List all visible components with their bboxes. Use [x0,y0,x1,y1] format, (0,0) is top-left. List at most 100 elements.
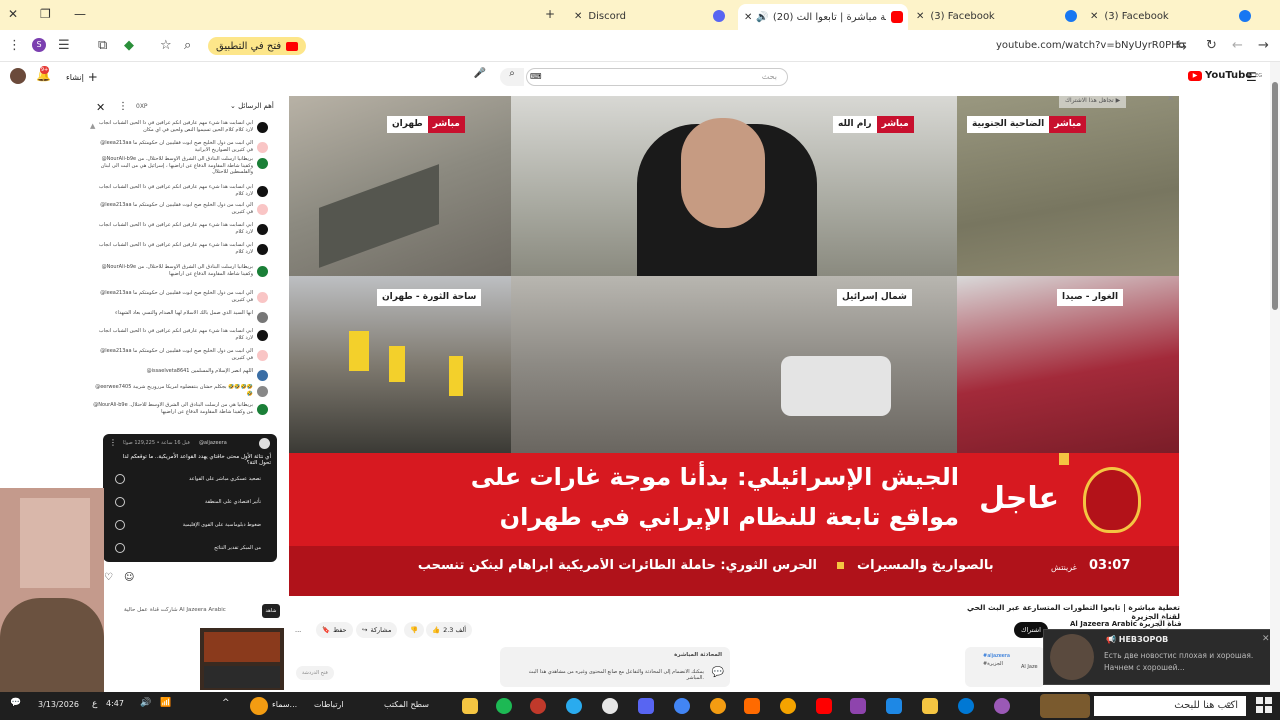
audio-playing-icon[interactable]: 🔊 [756,12,768,23]
video-description[interactable]: #aljazeera #الجزيرة Al Jaze [965,647,1045,687]
dislike-button[interactable]: 👎 [404,622,425,638]
zoom-icon[interactable]: ⌕ [184,38,191,53]
chat-author-avatar[interactable] [257,350,268,361]
poll-option[interactable]: تأثير اقتصادي على المنطقة [113,494,269,510]
close-tab-icon[interactable]: ✕ [744,12,752,23]
bookmark-star-icon[interactable]: ☆ [160,38,172,53]
video-player[interactable]: طهران مباشر رام الله مباشر الضاحية الجنوبي… [289,96,1179,596]
voice-search-icon[interactable]: 🎤 [472,68,488,86]
app-icon[interactable] [710,698,726,714]
links-toolbar[interactable]: ارتباطات [314,700,344,709]
channel-name[interactable]: Al Jazeera Arabic قناة الجزيرة [1070,620,1182,628]
chat-author-avatar[interactable] [257,266,268,277]
share-button[interactable]: ↪ مشاركة [356,622,398,638]
reload-icon[interactable]: ↻ [1206,38,1217,53]
radio-icon[interactable] [115,497,125,507]
extensions-icon[interactable]: ⧉ [98,38,107,53]
chat-author-avatar[interactable] [257,312,268,323]
edge-icon[interactable] [958,698,974,714]
weather-label[interactable]: سماء... [272,700,297,709]
chat-filter-dropdown[interactable]: ⌄ أهم الرسائل [230,102,274,110]
network-icon[interactable]: 📶 [160,698,171,708]
folder-icon[interactable] [922,698,938,714]
chat-author-avatar[interactable] [257,330,268,341]
tab-discord[interactable]: ✕ Discord [570,4,730,28]
forward-arrow-icon[interactable]: ← [1232,38,1243,53]
search-input[interactable]: بحث [526,68,788,86]
description-hashtag[interactable]: #aljazeera [983,653,1010,659]
taskbar-search-input[interactable]: اكتب هنا للبحث [1094,696,1246,716]
close-chat-icon[interactable]: ✕ [96,101,105,114]
radio-icon[interactable] [115,474,125,484]
desktop-toolbar[interactable]: سطح المكتب [384,700,429,709]
chat-author-avatar[interactable] [257,386,268,397]
back-arrow-icon[interactable]: → [1258,38,1269,53]
close-tab-icon[interactable]: ✕ [916,11,924,22]
volume-icon[interactable]: 🔊 [140,698,151,708]
app-icon[interactable] [530,698,546,714]
poll-option[interactable]: تصعيد عسكري مباشر على القواعد [113,471,269,487]
chat-menu-icon[interactable]: ⋮ [118,101,128,112]
chat-author-avatar[interactable] [257,122,268,133]
app-icon[interactable] [886,698,902,714]
chat-author-avatar[interactable] [257,370,268,381]
tab-facebook-2[interactable]: ✕ (3) Facebook [1086,4,1256,28]
close-tab-icon[interactable]: ✕ [1090,11,1098,22]
reading-list-icon[interactable]: ☰ [58,38,70,53]
account-avatar[interactable] [10,68,26,84]
telegram-icon[interactable] [566,698,582,714]
input-language[interactable]: ع [92,699,97,709]
radio-icon[interactable] [115,520,125,530]
chat-author-avatar[interactable] [257,186,268,197]
system-notification[interactable]: 📢 НЕВЗОРОВ Есть две новостис плохая и хо… [1043,629,1276,685]
watch-button[interactable]: شاهد [262,604,280,618]
chatgpt-icon[interactable] [602,698,618,714]
tab-youtube-live[interactable]: ✕ 🔊 (20) تغطية مباشرة | تابعوا الت [738,4,908,30]
heart-icon[interactable]: ♡ [104,572,113,583]
close-tab-icon[interactable]: ✕ [574,11,582,22]
keyboard-icon[interactable]: ⌨ [530,72,542,81]
like-button[interactable]: 👍 2.3 ألف [426,622,473,638]
close-window-icon[interactable]: ✕ [8,7,18,21]
notification-center-icon[interactable]: 💬 [10,698,21,708]
poll-option[interactable]: ضغوط دبلوماسية على القوى الإقليمية [113,517,269,533]
search-icon[interactable]: ⌕ [500,68,524,86]
chat-author-avatar[interactable] [257,224,268,235]
emoji-icon[interactable]: ☺ [124,572,134,583]
scrollbar-thumb[interactable] [1272,82,1278,310]
hamburger-menu-icon[interactable]: ☰ [1246,70,1257,84]
poll-menu-icon[interactable]: ⋮ [109,438,117,447]
tab-facebook-1[interactable]: ✕ (3) Facebook [912,4,1082,28]
url-field[interactable]: youtube.com/watch?v=bNyUyrR0PHo [996,40,1185,51]
app-icon[interactable] [744,698,760,714]
extension-icon[interactable]: ◆ [124,38,134,53]
chat-author-avatar[interactable] [257,158,268,169]
menu-dots-icon[interactable]: ⋮ [8,38,21,53]
more-actions-button[interactable]: ... [289,622,307,638]
skip-overlay[interactable]: تجاهل هذا الاشتراك ▶ [1059,96,1127,108]
tray-chevron-icon[interactable]: ^ [222,698,230,708]
taskbar-date[interactable]: 3/13/2026 [38,700,79,709]
open-in-app-button[interactable]: فتح في التطبيق [208,37,307,55]
close-notification-icon[interactable]: ✕ [1262,634,1270,644]
youtube-icon[interactable] [816,698,832,714]
poll-option[interactable]: من المبكر تقدير النتائج [113,540,269,556]
chat-author-avatar[interactable] [257,204,268,215]
save-button[interactable]: 🔖 حفظ [316,622,353,638]
new-tab-button[interactable]: + [545,7,555,21]
minimize-window-icon[interactable]: — [74,7,86,21]
windows-start-icon[interactable] [1256,697,1272,713]
create-button[interactable]: إنشاء + [66,70,98,84]
chrome-icon[interactable] [674,698,690,714]
radio-icon[interactable] [115,543,125,553]
chat-author-avatar[interactable] [257,244,268,255]
profile-avatar[interactable]: S [32,38,46,52]
taskbar-time[interactable]: 4:47 [106,699,124,708]
restore-window-icon[interactable]: ❐ [40,7,51,21]
overlay-close-icon[interactable]: ✕ [1167,96,1175,104]
thumbnail[interactable] [204,666,280,688]
file-explorer-icon[interactable] [462,698,478,714]
spotify-icon[interactable] [496,698,512,714]
copilot-icon[interactable] [994,698,1010,714]
chat-author-avatar[interactable] [257,142,268,153]
